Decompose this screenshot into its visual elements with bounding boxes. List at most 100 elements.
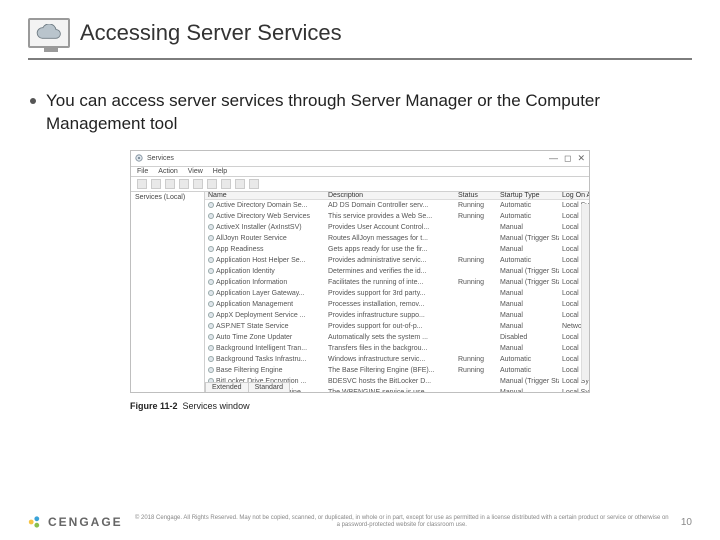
svc-desc: Provides User Account Control... [325, 222, 455, 233]
service-row[interactable]: ASP.NET State Service Provides support fo… [205, 321, 589, 332]
service-row[interactable]: Auto Time Zone UpdaterAutomatically sets… [205, 332, 589, 343]
menu-help[interactable]: Help [213, 168, 227, 175]
service-row[interactable]: ActiveX Installer (AxInstSV) Provides Use… [205, 222, 589, 233]
service-row[interactable]: Base Filtering EngineThe Base Filtering … [205, 365, 589, 376]
service-row[interactable]: Application Host Helper Se... Provides ad… [205, 255, 589, 266]
svc-desc: Provides support for out-of-p... [325, 321, 455, 332]
brand: CENGAGE [28, 514, 123, 530]
list-header[interactable]: Name Description Status Startup Type Log… [205, 192, 589, 200]
scrollbar[interactable] [581, 204, 589, 380]
gear-icon [208, 213, 214, 219]
service-row[interactable]: Application ManagementProcesses installa… [205, 299, 589, 310]
svc-logon: Local System [559, 387, 589, 392]
svc-desc: BDESVC hosts the BitLocker D... [325, 376, 455, 387]
svc-name: Application Management [216, 299, 293, 310]
caption-label: Figure 11-2 [130, 401, 178, 411]
gear-icon [208, 290, 214, 296]
svc-name: Application Host Helper Se... [216, 255, 306, 266]
gear-icon [208, 334, 214, 340]
svc-name: Background Tasks Infrastru... [216, 354, 307, 365]
tool-play-icon[interactable] [207, 179, 217, 189]
svc-startup: Automatic [497, 200, 559, 211]
svc-status [455, 266, 497, 277]
tool-pause-icon[interactable] [235, 179, 245, 189]
close-button[interactable]: ✕ [577, 153, 585, 164]
gear-icon [208, 224, 214, 230]
gear-icon [208, 202, 214, 208]
tab-standard[interactable]: Standard [248, 382, 290, 392]
gear-icon [208, 367, 214, 373]
copyright: © 2018 Cengage. All Rights Reserved. May… [133, 515, 671, 529]
svc-startup: Automatic [497, 365, 559, 376]
tree-root[interactable]: Services (Local) [135, 194, 185, 201]
svc-status [455, 376, 497, 387]
col-logon[interactable]: Log On As [559, 192, 589, 199]
minimize-button[interactable]: — [549, 153, 558, 164]
tool-back-icon[interactable] [137, 179, 147, 189]
list-pane[interactable]: Name Description Status Startup Type Log… [205, 192, 589, 392]
gear-icon [208, 345, 214, 351]
service-row[interactable]: Background Intelligent Tran... Transfers … [205, 343, 589, 354]
svc-desc: Transfers files in the backgrou... [325, 343, 455, 354]
col-name[interactable]: Name [205, 192, 325, 199]
svc-name: Background Intelligent Tran... [216, 343, 307, 354]
menu-view[interactable]: View [188, 168, 203, 175]
service-row[interactable]: Application Layer Gateway...Provides sup… [205, 288, 589, 299]
svc-status: Running [455, 365, 497, 376]
svc-status [455, 222, 497, 233]
slide-title: Accessing Server Services [80, 20, 342, 46]
svc-name: Application Information [216, 277, 287, 288]
service-row[interactable]: App ReadinessGets apps ready for use the… [205, 244, 589, 255]
service-row[interactable]: Application InformationFacilitates the r… [205, 277, 589, 288]
col-status[interactable]: Status [455, 192, 497, 199]
tree-pane[interactable]: Services (Local) [131, 192, 205, 392]
svc-desc: The WBENGINE service is use... [325, 387, 455, 392]
service-row[interactable]: Background Tasks Infrastru...Windows inf… [205, 354, 589, 365]
tab-extended[interactable]: Extended [205, 382, 249, 392]
service-row[interactable]: Active Directory Web ServicesThis servic… [205, 211, 589, 222]
services-window: Services — ◻ ✕ File Action View Help [130, 150, 590, 393]
title-row: Accessing Server Services [28, 18, 692, 60]
svc-desc: Provides support for 3rd party... [325, 288, 455, 299]
menu-file[interactable]: File [137, 168, 148, 175]
svc-startup: Manual [497, 387, 559, 392]
service-row[interactable]: Application IdentityDetermines and verif… [205, 266, 589, 277]
svc-name: ActiveX Installer (AxInstSV) [216, 222, 302, 233]
col-startup[interactable]: Startup Type [497, 192, 559, 199]
service-row[interactable]: AllJoyn Router ServiceRoutes AllJoyn mes… [205, 233, 589, 244]
tool-forward-icon[interactable] [151, 179, 161, 189]
tool-help-icon[interactable] [193, 179, 203, 189]
svc-desc: Provides infrastructure suppo... [325, 310, 455, 321]
brand-name: CENGAGE [48, 515, 123, 529]
gear-icon [208, 268, 214, 274]
col-desc[interactable]: Description [325, 192, 455, 199]
svc-desc: Automatically sets the system ... [325, 332, 455, 343]
menu-action[interactable]: Action [158, 168, 177, 175]
svc-name: ASP.NET State Service [216, 321, 289, 332]
svc-status [455, 321, 497, 332]
toolbar [131, 177, 589, 192]
tool-refresh-icon[interactable] [179, 179, 189, 189]
service-row[interactable]: AppX Deployment Service ...Provides infr… [205, 310, 589, 321]
svc-name: Active Directory Domain Se... [216, 200, 307, 211]
tool-stop-icon[interactable] [221, 179, 231, 189]
svc-startup: Manual (Trigger Start) [497, 376, 559, 387]
caption-text: Services window [183, 401, 250, 411]
svc-status [455, 244, 497, 255]
svc-status [455, 288, 497, 299]
svc-status: Running [455, 211, 497, 222]
svc-desc: Provides administrative servic... [325, 255, 455, 266]
svc-startup: Manual (Trigger Start) [497, 266, 559, 277]
cloud-icon [28, 18, 70, 48]
maximize-button[interactable]: ◻ [564, 153, 571, 164]
service-row[interactable]: Active Directory Domain Se...AD DS Domai… [205, 200, 589, 211]
window-title: Services [147, 155, 174, 162]
tool-props-icon[interactable] [165, 179, 175, 189]
gear-icon [208, 356, 214, 362]
page-number: 10 [681, 517, 692, 528]
svc-name: AllJoyn Router Service [216, 233, 287, 244]
svc-startup: Manual (Trigger Start) [497, 233, 559, 244]
svc-desc: Determines and verifies the id... [325, 266, 455, 277]
tool-restart-icon[interactable] [249, 179, 259, 189]
svc-status [455, 299, 497, 310]
